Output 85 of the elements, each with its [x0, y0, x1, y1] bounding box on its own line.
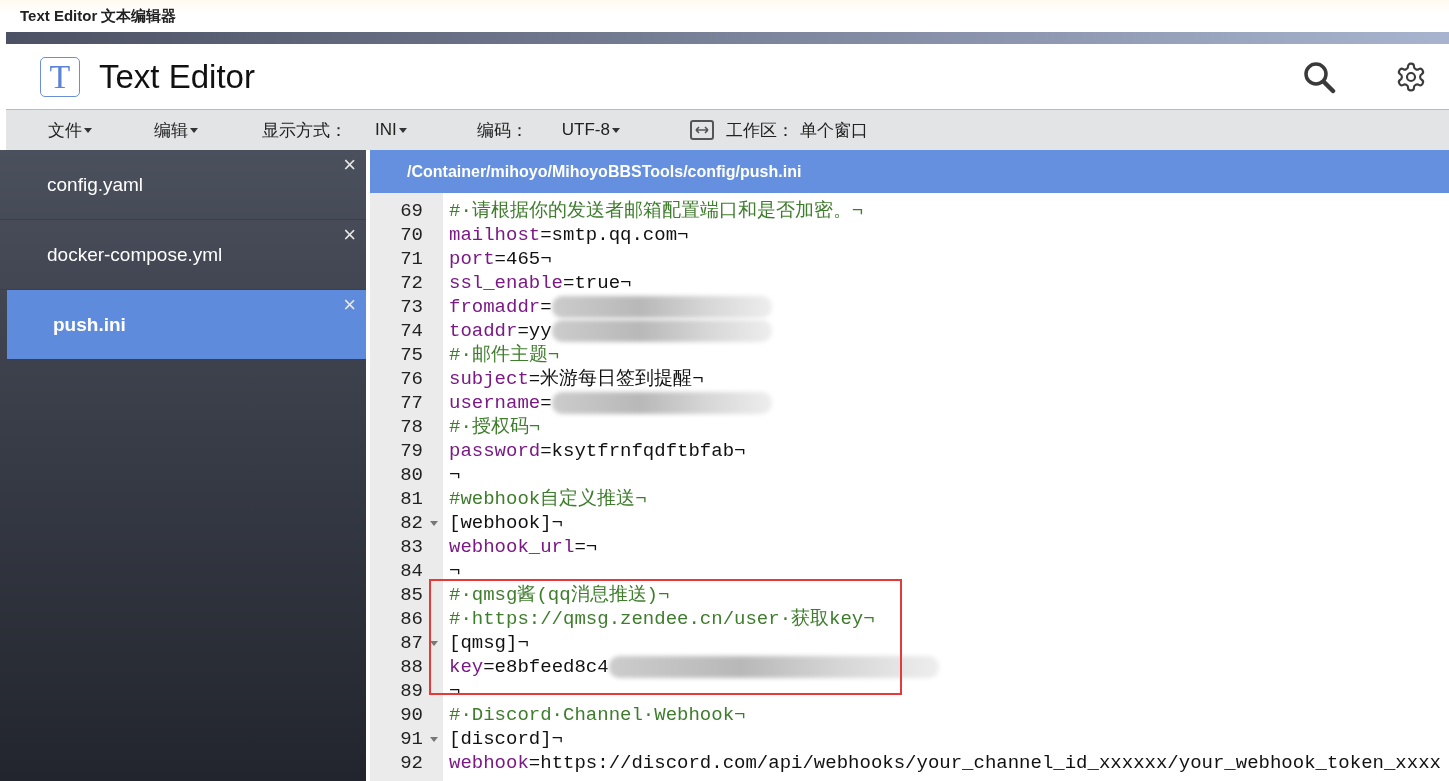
line-number: 88	[400, 656, 423, 678]
code-comment: #·邮件主题¬	[449, 343, 560, 367]
line-number: 72	[400, 272, 423, 294]
menu-label: 单个窗口	[799, 119, 868, 142]
code-value: =	[540, 295, 552, 319]
code-key: username	[449, 391, 541, 415]
window-title: Text Editor 文本编辑器	[20, 6, 177, 26]
code-key: port	[449, 247, 495, 271]
line-number: 76	[400, 368, 423, 390]
code-value: =smtp.qq.com¬	[540, 223, 689, 247]
code-key: fromaddr	[449, 295, 541, 319]
close-button[interactable]: ×	[343, 154, 356, 176]
code-key: mailhost	[449, 223, 541, 247]
settings-icon	[1395, 60, 1427, 93]
fold-icon[interactable]	[430, 737, 438, 742]
line-number: 80	[400, 464, 423, 486]
code-comment: #·Discord·Channel·Webhook¬	[449, 703, 746, 727]
line-number: 85	[400, 584, 423, 606]
caret-icon	[84, 127, 92, 133]
app-logo: T	[40, 56, 80, 97]
code-comment: #webhook自定义推送¬	[449, 487, 647, 511]
code-value: =¬	[574, 535, 598, 559]
code-comment: #·qmsg酱(qq消息推送)¬	[449, 583, 670, 607]
line-number: 75	[400, 344, 423, 366]
line-number: 92	[400, 752, 423, 774]
code-comment: #·请根据你的发送者邮箱配置端口和是否加密。¬	[449, 199, 864, 223]
code-value: =yy	[517, 319, 552, 343]
line-number: 74	[400, 320, 423, 342]
file-path: /Container/mihoyo/MihoyoBBSTools/config/push.ini	[370, 150, 1449, 193]
code-text: [discord]¬	[449, 727, 564, 751]
expand-width-icon	[689, 120, 714, 140]
file-tab[interactable]: config.yaml ×	[0, 150, 366, 220]
code-value: =465¬	[494, 247, 552, 271]
line-number: 81	[400, 488, 423, 510]
line-number: 73	[400, 296, 423, 318]
line-number: 69	[400, 200, 423, 222]
line-number: 86	[400, 608, 423, 630]
menu-label: 显示方式：	[262, 119, 347, 142]
line-number: 90	[400, 704, 423, 726]
code-value: =true¬	[563, 271, 632, 295]
code-value: =	[540, 391, 552, 415]
line-number: 70	[400, 224, 423, 246]
line-number: 78	[400, 416, 423, 438]
app-title: Text Editor	[99, 57, 256, 96]
search-icon	[1302, 59, 1336, 94]
code-comment: #·授权码¬	[449, 415, 541, 439]
fold-icon[interactable]	[430, 641, 438, 646]
code-text: ¬	[449, 559, 461, 583]
menu-label: 工作区：	[725, 119, 794, 142]
line-number: 91	[400, 728, 423, 750]
code-key: webhook_url	[449, 535, 575, 559]
menu-dropdown[interactable]: INI	[375, 120, 407, 140]
code-key: webhook	[449, 751, 529, 775]
fold-icon[interactable]	[430, 521, 438, 526]
menu-dropdown[interactable]: 编辑	[154, 118, 198, 142]
line-number: 84	[400, 560, 423, 582]
code-key: key	[449, 655, 484, 679]
line-number: 79	[400, 440, 423, 462]
code-value: =e8bfeed8c4	[483, 655, 609, 679]
code-text: [webhook]¬	[449, 511, 564, 535]
code-key: toaddr	[449, 319, 518, 343]
caret-icon	[190, 127, 198, 133]
caret-icon	[611, 127, 620, 133]
code-text: [qmsg]¬	[449, 631, 529, 655]
menu-label: 编码：	[476, 119, 528, 142]
search-button[interactable]	[1302, 59, 1336, 94]
code-value: =米游每日签到提醒¬	[528, 367, 704, 391]
line-number: 82	[400, 512, 423, 534]
menu-dropdown[interactable]: 文件	[48, 118, 92, 142]
line-number: 83	[400, 536, 423, 558]
code-value: =https://discord.com/api/webhooks/your_channel_id_xxxxxx/your_webhook_token_xxxx	[528, 751, 1441, 775]
close-button[interactable]: ×	[343, 224, 356, 246]
settings-button[interactable]	[1395, 60, 1427, 93]
code-text: ¬	[449, 463, 461, 487]
code-key: subject	[449, 367, 529, 391]
code-value: =ksytfrnfqdftbfab¬	[540, 439, 746, 463]
line-number: 77	[400, 392, 423, 414]
line-number: 87	[400, 632, 423, 654]
code-key: ssl_enable	[449, 271, 564, 295]
code-comment: #·https://qmsg.zendee.cn/user·获取key¬	[449, 607, 875, 631]
menu-dropdown[interactable]: UTF-8	[561, 120, 620, 140]
code-key: password	[449, 439, 541, 463]
caret-icon	[398, 127, 407, 133]
line-number: 89	[400, 680, 423, 702]
line-number: 71	[400, 248, 423, 270]
